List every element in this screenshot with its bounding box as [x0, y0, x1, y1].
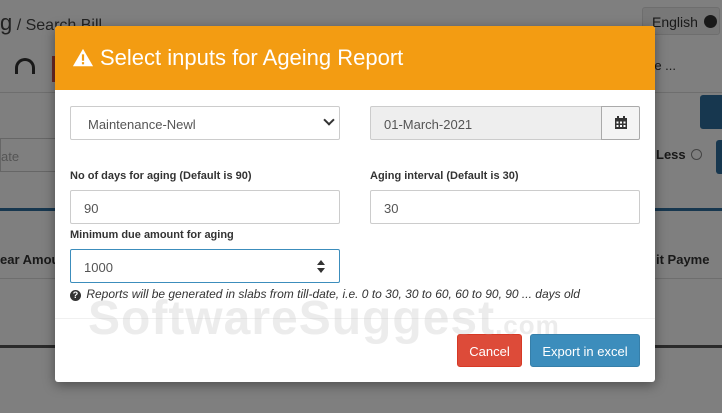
date-input[interactable]: 01-March-2021 [370, 106, 602, 140]
aging-days-input[interactable]: 90 [70, 190, 340, 224]
calendar-button[interactable] [601, 106, 640, 140]
question-circle-icon: ? [70, 290, 81, 301]
aging-interval-label: Aging interval (Default is 30) [370, 170, 519, 182]
min-due-label: Minimum due amount for aging [70, 229, 234, 241]
modal-header: Select inputs for Ageing Report [55, 26, 655, 90]
modal-title: Select inputs for Ageing Report [100, 45, 404, 70]
category-select[interactable]: Maintenance-Newl [70, 106, 340, 140]
spin-down-icon[interactable] [317, 268, 325, 273]
number-spinner[interactable] [317, 260, 325, 274]
min-due-input[interactable]: 1000 [70, 249, 340, 283]
date-picker: 01-March-2021 [370, 106, 640, 140]
aging-interval-input[interactable]: 30 [370, 190, 640, 224]
warning-icon [72, 48, 94, 67]
calendar-icon [615, 116, 627, 129]
watermark: SoftwareSuggest.com [88, 292, 560, 345]
chevron-down-icon [323, 114, 335, 126]
spin-up-icon[interactable] [317, 260, 325, 265]
aging-days-label: No of days for aging (Default is 90) [70, 170, 252, 182]
